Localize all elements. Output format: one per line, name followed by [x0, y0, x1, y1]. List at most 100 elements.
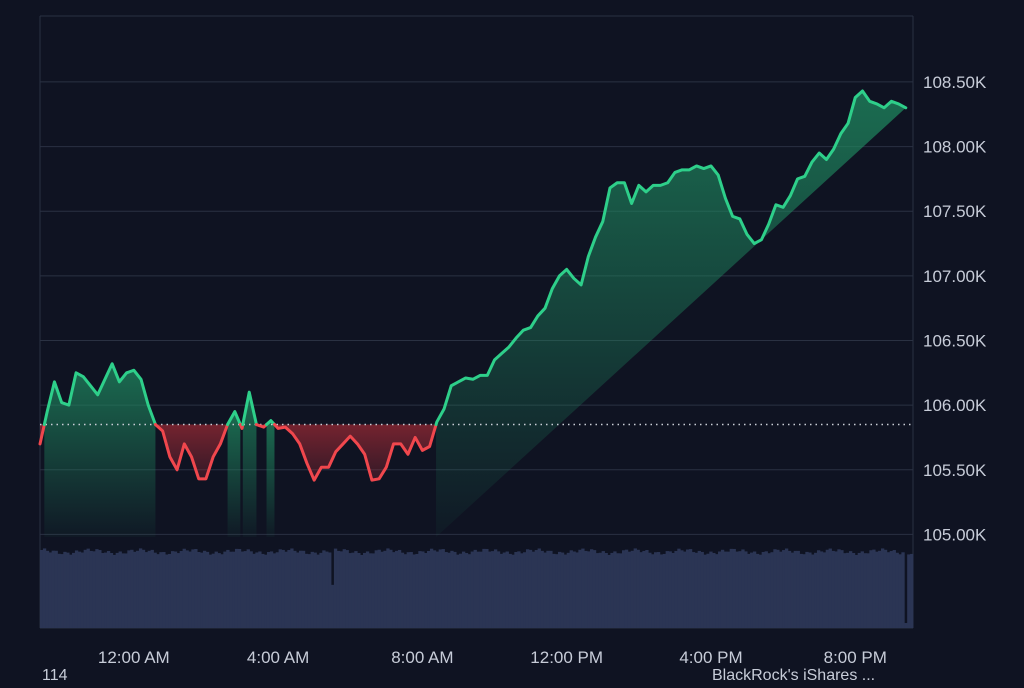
- volume-bar: [587, 551, 590, 628]
- volume-bar: [887, 552, 890, 628]
- price-chart: 105.00K105.50K106.00K106.50K107.00K107.5…: [0, 0, 1024, 683]
- volume-bar: [898, 554, 901, 628]
- volume-bar: [808, 553, 811, 628]
- volume-bar: [634, 548, 637, 628]
- volume-bar: [817, 550, 820, 628]
- volume-bar: [334, 549, 337, 628]
- volume-bar: [101, 553, 104, 628]
- volume-bar: [52, 551, 55, 628]
- volume-bar: [442, 549, 445, 628]
- volume-bar: [331, 585, 334, 628]
- volume-bar: [692, 552, 695, 628]
- volume-bar: [849, 551, 852, 628]
- volume-bar: [477, 552, 480, 628]
- volume-bar: [386, 548, 389, 628]
- volume-bar: [866, 553, 869, 628]
- volume-bar: [261, 554, 264, 628]
- volume-bar: [596, 553, 599, 628]
- volume-bar: [60, 554, 63, 628]
- volume-bar: [875, 552, 878, 628]
- volume-bar: [247, 549, 250, 628]
- volume-bar: [119, 551, 122, 628]
- volume-bar: [864, 553, 867, 628]
- volume-bar: [363, 553, 366, 628]
- volume-bar: [666, 551, 669, 628]
- volume-bar: [770, 552, 773, 628]
- volume-bar: [462, 552, 465, 628]
- volume-bar: [319, 553, 322, 628]
- volume-bar: [378, 550, 381, 628]
- volume-bar: [392, 552, 395, 628]
- volume-bar: [869, 550, 872, 628]
- area-up: [267, 421, 275, 537]
- volume-bar: [552, 554, 555, 628]
- volume-bar: [901, 552, 904, 628]
- volume-bar: [730, 549, 733, 628]
- volume-bar: [255, 552, 258, 628]
- volume-bar: [773, 549, 776, 628]
- volume-bar: [322, 550, 325, 628]
- volume-bar: [264, 555, 267, 628]
- volume-bar: [843, 553, 846, 628]
- volume-bar: [357, 553, 360, 628]
- volume-bar: [744, 551, 747, 628]
- volume-bar: [733, 549, 736, 628]
- volume-bar: [607, 555, 610, 628]
- volume-bar: [703, 555, 706, 628]
- volume-bar: [209, 555, 212, 628]
- volume-bar: [590, 549, 593, 628]
- volume-bar: [415, 554, 418, 628]
- volume-bar: [186, 550, 189, 628]
- volume-bar: [55, 551, 58, 628]
- volume-bar: [852, 553, 855, 628]
- volume-bar: [491, 551, 494, 628]
- volume-bar: [197, 552, 200, 628]
- volume-bar: [878, 551, 881, 628]
- volume-bar: [488, 552, 491, 628]
- volume-bar: [203, 551, 206, 628]
- volume-bar: [765, 551, 768, 628]
- volume-bar: [715, 554, 718, 628]
- volume-bar: [200, 553, 203, 628]
- volume-bar: [293, 551, 296, 628]
- volume-bar: [305, 554, 308, 628]
- volume-bar: [57, 554, 60, 628]
- volume-bar: [436, 552, 439, 628]
- volume-bar: [241, 552, 244, 628]
- volume-bar: [701, 552, 704, 628]
- volume-bar: [116, 553, 119, 628]
- volume-bar: [712, 553, 715, 628]
- volume-bar: [511, 555, 514, 628]
- volume-bar: [46, 551, 49, 628]
- volume-bar: [593, 550, 596, 628]
- volume-bar: [316, 555, 319, 628]
- volume-bar: [538, 548, 541, 628]
- volume-bar: [872, 550, 875, 628]
- volume-bar: [340, 551, 343, 628]
- volume-bar: [642, 551, 645, 628]
- volume-bar: [194, 549, 197, 628]
- volume-bars: [40, 548, 913, 628]
- volume-bar: [718, 552, 721, 628]
- volume-bar: [671, 553, 674, 628]
- volume-bar: [410, 552, 413, 628]
- volume-bar: [191, 549, 194, 628]
- volume-bar: [500, 554, 503, 628]
- volume-bar: [584, 551, 587, 628]
- volume-bar: [802, 554, 805, 628]
- volume-bar: [226, 550, 229, 628]
- volume-bar: [308, 554, 311, 628]
- volume-bar: [599, 553, 602, 628]
- volume-bar: [238, 549, 241, 628]
- volume-bar: [389, 550, 392, 628]
- x-tick-label: 8:00 PM: [824, 648, 887, 667]
- volume-bar: [648, 553, 651, 628]
- volume-bar: [447, 553, 450, 628]
- volume-bar: [785, 549, 788, 628]
- volume-bar: [78, 552, 81, 628]
- volume-bar: [110, 553, 113, 628]
- x-tick-label: 4:00 AM: [247, 648, 309, 667]
- volume-bar: [721, 550, 724, 628]
- volume-bar: [346, 550, 349, 628]
- volume-bar: [575, 552, 578, 628]
